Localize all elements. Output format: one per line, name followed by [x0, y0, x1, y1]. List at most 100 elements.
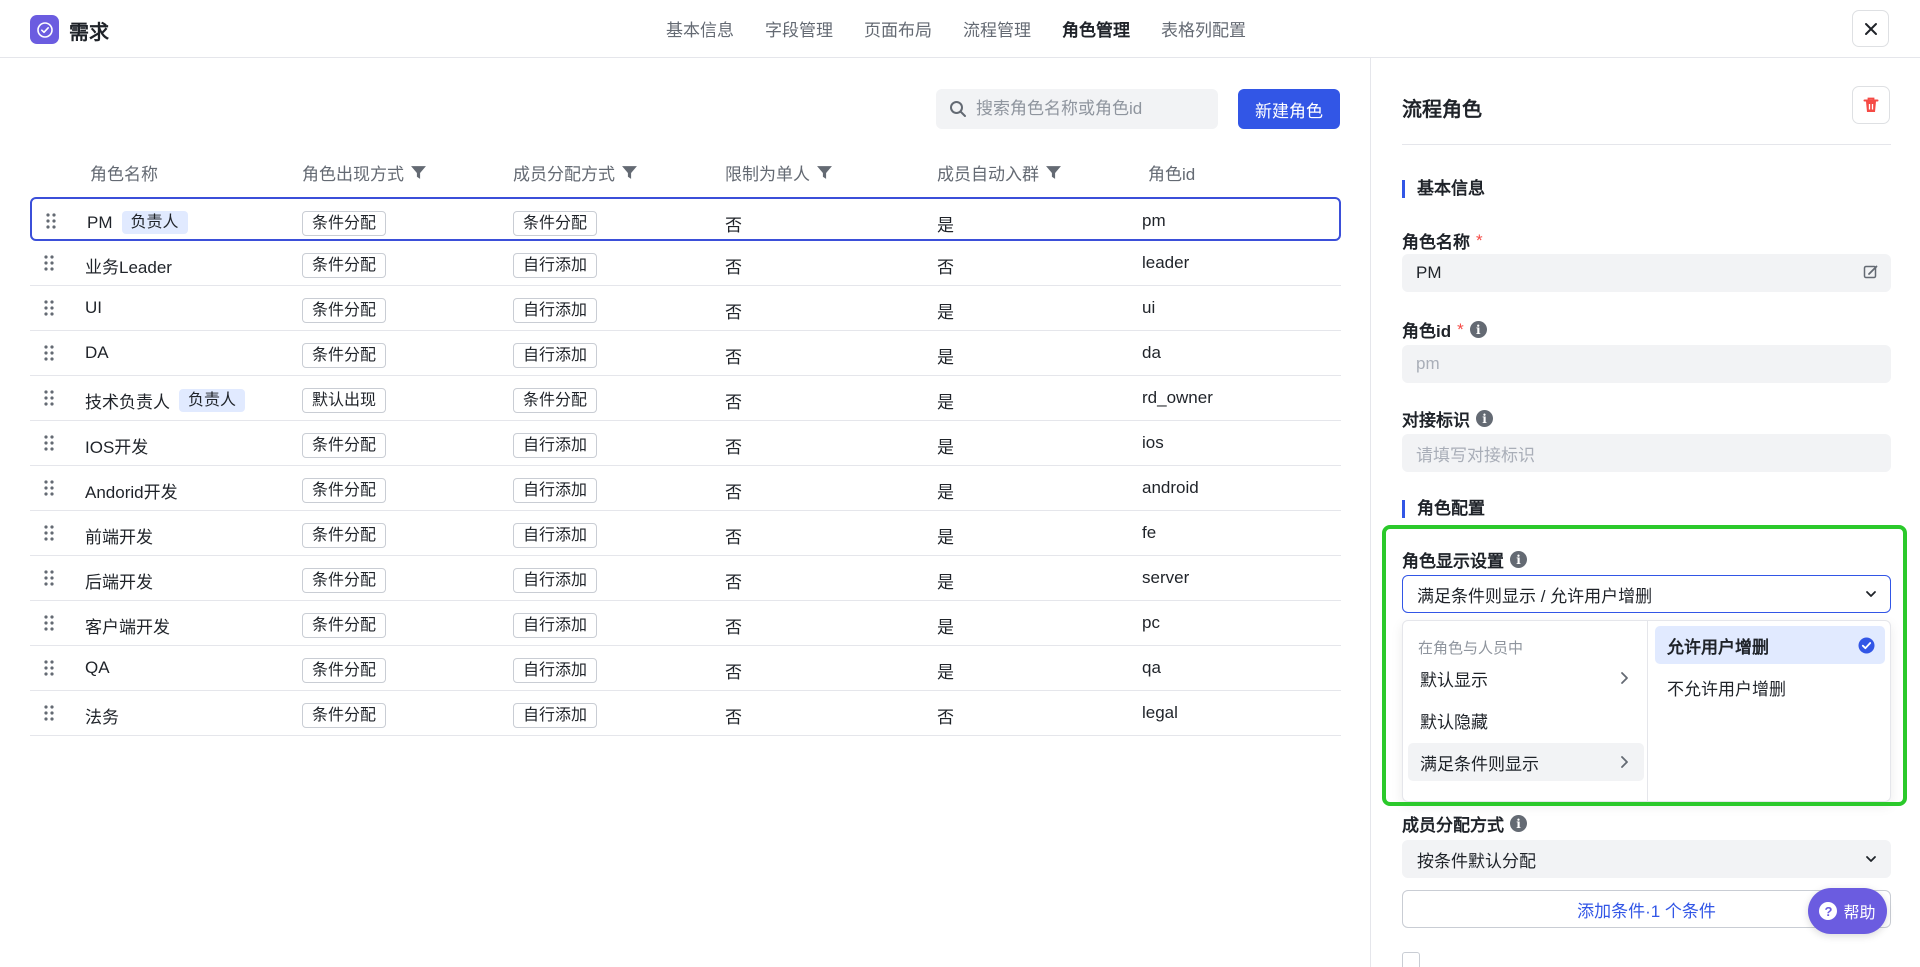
appear-tag: 条件分配 [302, 703, 387, 728]
table-row[interactable]: UI 条件分配 自行添加 否 是 ui [30, 286, 1341, 331]
table-row[interactable]: 客户端开发 条件分配 自行添加 否 是 pc [30, 601, 1341, 646]
info-icon[interactable]: i [1510, 815, 1527, 832]
table-row[interactable]: DA 条件分配 自行添加 否 是 da [30, 331, 1341, 376]
assign-method-select[interactable]: 按条件默认分配 [1402, 840, 1891, 878]
trash-icon [1863, 97, 1879, 112]
cell-role-id: pm [1142, 211, 1166, 230]
cell-autojoin: 是 [937, 573, 954, 592]
table-row[interactable]: 法务 条件分配 自行添加 否 否 legal [30, 691, 1341, 736]
column-header-assign: 成员分配方式 [513, 160, 638, 185]
role-table: PM 负责人 条件分配 条件分配否是 pm 业务Leader 条件分配 自行添加否否 leade… [30, 197, 1341, 736]
cell-autojoin: 是 [937, 303, 954, 322]
option-disallow-edit[interactable]: 不允许用户增删 [1655, 668, 1885, 706]
display-setting-select[interactable]: 满足条件则显示 / 允许用户增删 [1402, 575, 1891, 613]
table-row[interactable]: IOS开发 条件分配 自行添加 否 是 ios [30, 421, 1341, 466]
appear-tag: 条件分配 [302, 298, 387, 323]
table-row[interactable]: PM 负责人 条件分配 条件分配 否 是 pm [30, 197, 1341, 241]
role-name: 前端开发 [85, 528, 153, 547]
cell-assign: 自行添加 [513, 703, 598, 728]
role-name: IOS开发 [85, 438, 149, 457]
check-circle-icon [1858, 637, 1875, 654]
top-bar: 需求 基本信息 字段管理 页面布局 流程管理 角色管理 表格列配置 [0, 0, 1920, 58]
table-row[interactable]: 后端开发 条件分配 自行添加 否 是 server [30, 556, 1341, 601]
cell-role-id: pc [1142, 613, 1160, 632]
assign-tag: 自行添加 [513, 253, 598, 278]
drag-handle-icon[interactable] [43, 389, 55, 407]
tab-4[interactable]: 角色管理 [1062, 16, 1130, 41]
dock-id-input[interactable]: 请填写对接标识 [1402, 434, 1891, 472]
cell-single: 否 [725, 258, 742, 277]
option-default-hide[interactable]: 默认隐藏 [1408, 701, 1644, 739]
chevron-down-icon [1866, 591, 1876, 597]
table-row[interactable]: Andorid开发 条件分配 自行添加 否 是 android [30, 466, 1341, 511]
cell-assign: 自行添加 [513, 523, 598, 548]
drag-handle-icon[interactable] [43, 524, 55, 542]
filter-icon[interactable] [1045, 164, 1062, 181]
drag-handle-icon[interactable] [43, 569, 55, 587]
option-default-show[interactable]: 默认显示 [1408, 659, 1644, 697]
drag-handle-icon[interactable] [43, 254, 55, 272]
help-button[interactable]: ? 帮助 [1808, 888, 1887, 934]
cell-autojoin: 是 [937, 528, 954, 547]
cell-assign: 自行添加 [513, 433, 598, 458]
edit-icon[interactable] [1863, 264, 1879, 280]
dropdown-level-1: 在角色与人员中 默认显示 默认隐藏 满足条件则显示 [1403, 621, 1648, 801]
info-icon[interactable]: i [1469, 321, 1487, 338]
checkbox[interactable] [1402, 952, 1420, 967]
tab-1[interactable]: 字段管理 [765, 16, 833, 41]
drag-handle-icon[interactable] [43, 614, 55, 632]
new-role-button[interactable]: 新建角色 [1238, 89, 1340, 129]
role-name: DA [85, 343, 109, 362]
drag-handle-icon[interactable] [43, 344, 55, 362]
option-allow-edit[interactable]: 允许用户增删 [1655, 626, 1885, 664]
role-name-input[interactable]: PM [1402, 254, 1891, 292]
option-show-on-condition[interactable]: 满足条件则显示 [1408, 743, 1644, 781]
info-icon[interactable]: i [1476, 410, 1493, 427]
table-row[interactable]: QA 条件分配 自行添加 否 是 qa [30, 646, 1341, 691]
cell-single: 否 [725, 483, 742, 502]
cell-role-name: 业务Leader [85, 253, 172, 278]
tab-2[interactable]: 页面布局 [864, 16, 932, 41]
tab-3[interactable]: 流程管理 [963, 16, 1031, 41]
cell-autojoin: 是 [937, 483, 954, 502]
cell-role-name: 技术负责人 负责人 [85, 388, 246, 413]
drag-handle-icon[interactable] [43, 434, 55, 452]
app-title: 需求 [69, 22, 109, 44]
filter-icon[interactable] [816, 164, 833, 181]
appear-tag: 条件分配 [302, 613, 387, 638]
cell-role-name: 前端开发 [85, 523, 153, 548]
role-name: 业务Leader [85, 258, 172, 277]
filter-icon[interactable] [621, 164, 638, 181]
assign-tag: 自行添加 [513, 568, 598, 593]
cell-autojoin: 否 [937, 708, 954, 727]
assign-tag: 自行添加 [513, 703, 598, 728]
filter-icon[interactable] [410, 164, 427, 181]
cell-single: 否 [725, 393, 742, 412]
cell-appear: 条件分配 [302, 433, 387, 458]
delete-role-button[interactable] [1852, 86, 1890, 124]
drag-handle-icon[interactable] [43, 479, 55, 497]
tab-5[interactable]: 表格列配置 [1161, 16, 1246, 41]
cell-single: 否 [725, 303, 742, 322]
drag-handle-icon[interactable] [43, 299, 55, 317]
appear-tag: 条件分配 [302, 568, 387, 593]
column-header-id: 角色id [1148, 165, 1196, 184]
cell-assign: 自行添加 [513, 253, 598, 278]
search-input[interactable] [976, 99, 1196, 119]
close-icon [1864, 22, 1877, 35]
cell-role-id: android [1142, 478, 1199, 497]
cell-assign: 自行添加 [513, 568, 598, 593]
role-search[interactable] [936, 89, 1218, 129]
table-row[interactable]: 技术负责人 负责人 默认出现 条件分配 否 是 rd_owner [30, 376, 1341, 421]
table-row[interactable]: 前端开发 条件分配 自行添加 否 是 fe [30, 511, 1341, 556]
close-button[interactable] [1852, 10, 1889, 47]
assign-tag: 自行添加 [513, 613, 598, 638]
info-icon[interactable]: i [1510, 551, 1527, 568]
table-row[interactable]: 业务Leader 条件分配 自行添加 否 否 leader [30, 241, 1341, 286]
drag-handle-icon[interactable] [43, 659, 55, 677]
drag-handle-icon[interactable] [45, 212, 57, 230]
cell-autojoin: 是 [937, 348, 954, 367]
drag-handle-icon[interactable] [43, 704, 55, 722]
cell-appear: 条件分配 [302, 478, 387, 503]
tab-0[interactable]: 基本信息 [666, 16, 734, 41]
